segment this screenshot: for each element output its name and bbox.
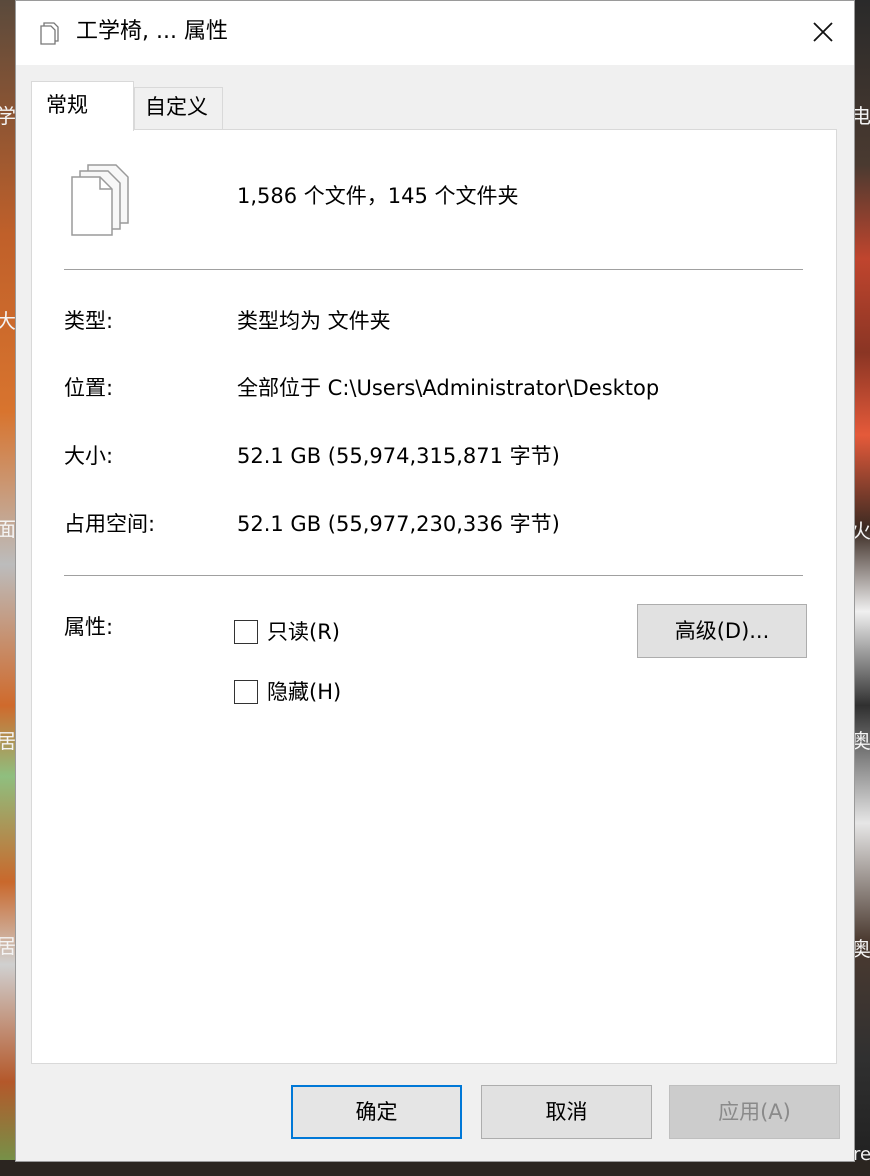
size-value: 52.1 GB (55,974,315,871 字节) — [237, 444, 560, 468]
divider — [64, 269, 803, 270]
tab-custom[interactable]: 自定义 — [134, 87, 223, 129]
type-label: 类型: — [64, 309, 114, 333]
checkbox-box[interactable] — [234, 680, 258, 704]
desktop-icon-label[interactable]: 学 — [0, 100, 16, 129]
readonly-checkbox-label: 只读(R) — [267, 620, 340, 644]
taskbar-strip — [0, 1160, 870, 1176]
type-value: 类型均为 文件夹 — [237, 309, 391, 333]
divider — [64, 575, 803, 576]
multiple-files-icon — [71, 164, 129, 236]
desktop-background-left — [0, 0, 16, 1176]
cancel-button[interactable]: 取消 — [481, 1085, 652, 1139]
apply-button[interactable]: 应用(A) — [669, 1085, 840, 1139]
multiple-files-icon — [40, 22, 59, 45]
hidden-checkbox[interactable]: 隐藏(H) — [234, 677, 341, 707]
close-button[interactable] — [792, 1, 854, 63]
window-title: 工学椅, ... 属性 — [76, 19, 228, 44]
location-value: 全部位于 C:\Users\Administrator\Desktop — [237, 376, 660, 400]
location-label: 位置: — [64, 376, 114, 400]
close-icon — [813, 22, 833, 42]
tab-general[interactable]: 常规 — [31, 81, 134, 131]
size-label: 大小: — [64, 444, 114, 468]
desktop-icon-label[interactable]: 大 — [0, 305, 16, 334]
size-on-disk-label: 占用空间: — [64, 512, 156, 536]
ok-button[interactable]: 确定 — [291, 1085, 462, 1139]
size-on-disk-value: 52.1 GB (55,977,230,336 字节) — [237, 512, 560, 536]
advanced-button[interactable]: 高级(D)... — [637, 604, 807, 658]
hidden-checkbox-label: 隐藏(H) — [267, 680, 342, 704]
desktop-icon-label[interactable]: 居 — [0, 930, 16, 959]
properties-dialog: 工学椅, ... 属性 常规 自定义 1,586 个文件，145 个文件夹 类型… — [15, 0, 855, 1162]
desktop-background-right — [854, 0, 870, 1176]
desktop-icon-label[interactable]: 居 — [0, 725, 16, 754]
checkbox-box[interactable] — [234, 620, 258, 644]
selection-summary: 1,586 个文件，145 个文件夹 — [237, 184, 519, 208]
readonly-checkbox[interactable]: 只读(R) — [234, 617, 340, 647]
title-bar[interactable]: 工学椅, ... 属性 — [16, 1, 854, 65]
desktop-icon-label[interactable]: re — [853, 1144, 870, 1165]
attributes-label: 属性: — [64, 615, 114, 639]
desktop-icon-label[interactable]: 面 — [0, 513, 16, 542]
